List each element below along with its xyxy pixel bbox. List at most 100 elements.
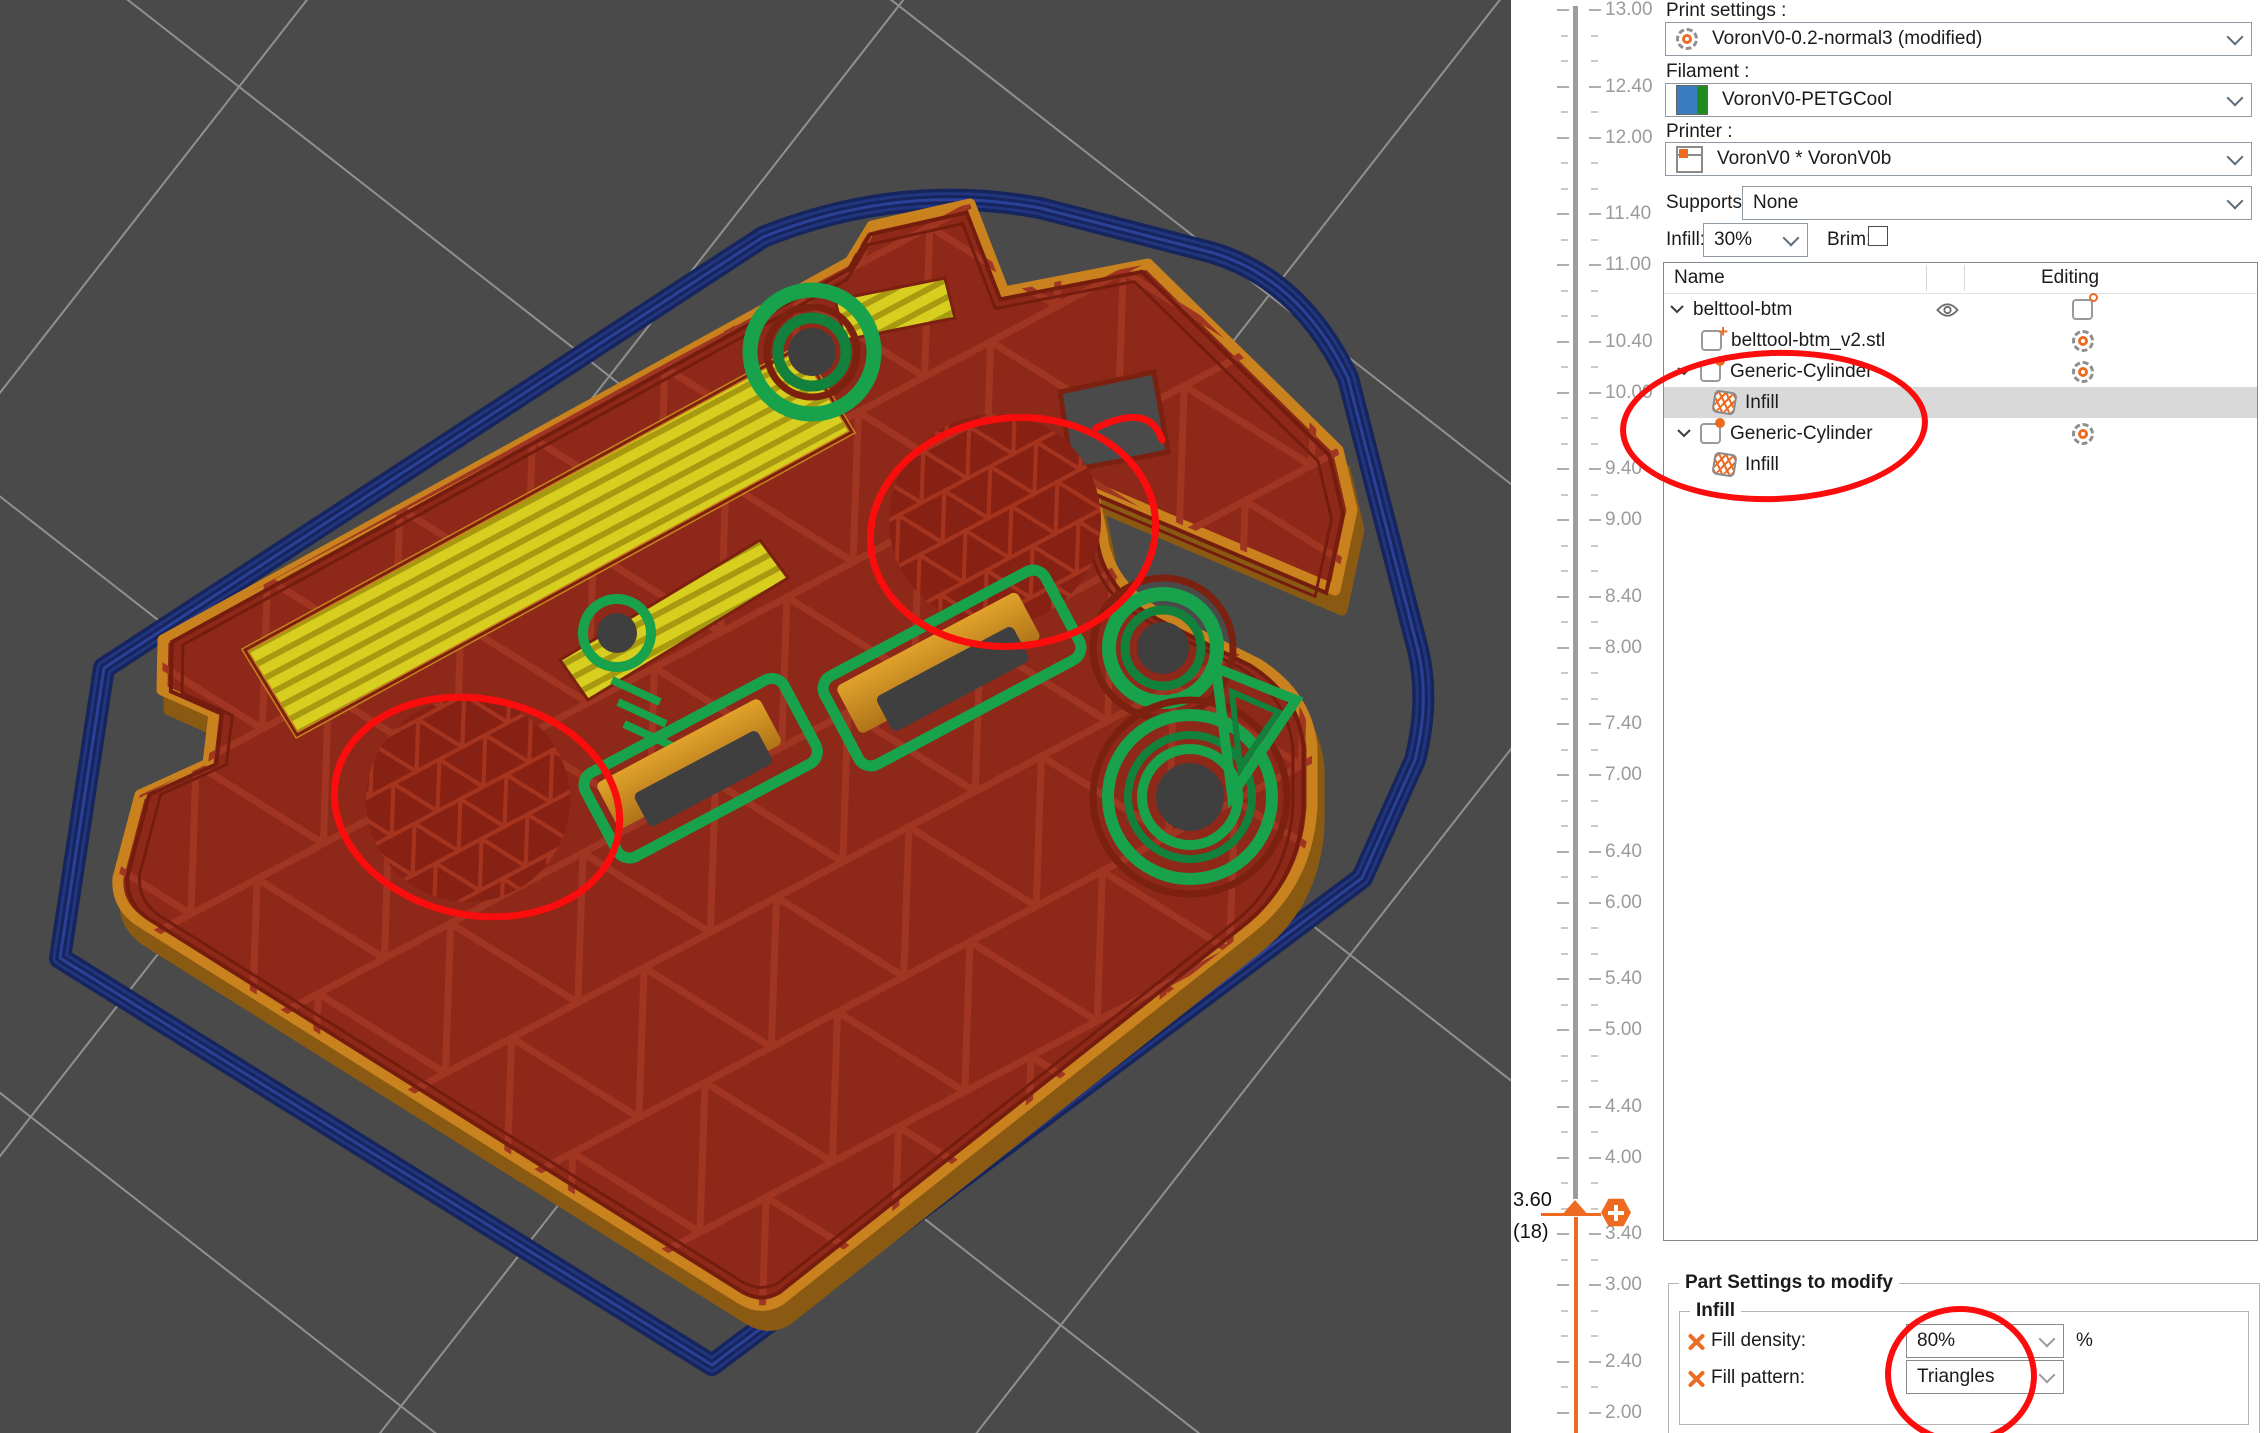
chevron-down-icon <box>2227 90 2244 107</box>
part-settings-title: Part Settings to modify <box>1679 1272 1899 1294</box>
tree-row[interactable]: + belttool-btm_v2.stl <box>1664 325 2257 356</box>
tree-row-label: Generic-Cylinder <box>1730 423 1873 445</box>
infill-icon <box>1711 451 1737 477</box>
infill-value: 30% <box>1714 229 1771 251</box>
chevron-down-icon <box>2227 149 2244 166</box>
supports-value: None <box>1753 192 2215 214</box>
layer-slider[interactable]: 13.00 12.40 12.00 11.40 11.00 10.40 10.0… <box>1511 0 1663 1433</box>
fill-density-dropdown[interactable]: 80% <box>1906 1324 2064 1358</box>
printer-icon <box>1676 146 1703 173</box>
layer-height-label: 4.40 <box>1605 1096 1642 1118</box>
eye-icon[interactable] <box>1936 302 1959 318</box>
layer-height-label: 2.00 <box>1605 1402 1642 1424</box>
layer-slider-rail[interactable] <box>1573 6 1578 1199</box>
dense-infill-patch-left <box>366 698 570 902</box>
chevron-down-icon[interactable] <box>1670 305 1684 314</box>
tree-row-label: belttool-btm_v2.stl <box>1731 330 1885 352</box>
percent-suffix: % <box>2076 1330 2093 1352</box>
layer-height-label: 4.00 <box>1605 1147 1642 1169</box>
layer-height-label: 7.00 <box>1605 764 1642 786</box>
column-name: Name <box>1674 267 1725 289</box>
remove-setting-icon[interactable] <box>1688 1370 1705 1387</box>
tree-row-label: Infill <box>1745 454 1779 476</box>
current-layer-number: (18) <box>1513 1221 1549 1244</box>
layer-height-label: 10.00 <box>1605 382 1653 404</box>
remove-setting-icon[interactable] <box>1688 1333 1705 1350</box>
fill-pattern-dropdown[interactable]: Triangles <box>1906 1360 2064 1394</box>
layer-height-label: 8.40 <box>1605 586 1642 608</box>
fill-pattern-label: Fill pattern: <box>1711 1367 1805 1389</box>
chevron-down-icon <box>1783 230 1800 247</box>
layer-height-label: 3.00 <box>1605 1274 1642 1296</box>
infill-combo[interactable]: 30% <box>1703 223 1808 257</box>
layer-height-label: 5.40 <box>1605 968 1642 990</box>
tree-row[interactable]: Infill <box>1664 449 2257 480</box>
part-settings-group: Part Settings to modify Infill Fill dens… <box>1668 1283 2260 1433</box>
layer-height-label: 12.00 <box>1605 127 1653 149</box>
layer-height-label: 6.00 <box>1605 892 1642 914</box>
supports-label: Supports: <box>1666 192 1747 214</box>
printer-combo[interactable]: VoronV0 * VoronV0b <box>1665 142 2252 176</box>
part-icon: + <box>1701 330 1722 351</box>
prusaslicer-window: 13.00 12.40 12.00 11.40 11.00 10.40 10.0… <box>0 0 2264 1433</box>
layer-height-label: 9.40 <box>1605 458 1642 480</box>
print-settings-label: Print settings : <box>1666 0 1786 22</box>
filament-combo[interactable]: VoronV0-PETGCool <box>1665 83 2252 117</box>
tree-row-label: belttool-btm <box>1693 299 1792 321</box>
chevron-down-icon <box>2039 1331 2056 1348</box>
print-settings-value: VoronV0-0.2-normal3 (modified) <box>1712 28 2215 50</box>
fill-pattern-value: Triangles <box>1917 1366 2041 1388</box>
object-list-header: Name Editing <box>1664 263 2257 294</box>
fill-pattern-row: Fill pattern: <box>1688 1367 1805 1389</box>
fill-density-row: Fill density: <box>1688 1330 1806 1352</box>
chevron-down-icon <box>2039 1367 2056 1384</box>
tree-row[interactable]: Generic-Cylinder <box>1664 418 2257 449</box>
print-settings-combo[interactable]: VoronV0-0.2-normal3 (modified) <box>1665 22 2252 56</box>
infill-label: Infill: <box>1666 229 1705 251</box>
object-list: Name Editing belttool-btm + belttool-btm… <box>1663 262 2258 1241</box>
layer-height-label: 10.40 <box>1605 331 1653 353</box>
filament-label: Filament : <box>1666 61 1749 83</box>
modifier-part-icon <box>1700 361 1721 382</box>
current-layer-height: 3.60 <box>1513 1189 1552 1212</box>
tree-row[interactable]: Infill <box>1664 387 2257 418</box>
layer-height-label: 2.40 <box>1605 1351 1642 1373</box>
chevron-down-icon[interactable] <box>1677 367 1691 376</box>
column-editing: Editing <box>2041 267 2099 289</box>
gear-icon <box>1676 28 1698 50</box>
gear-icon[interactable] <box>2072 423 2094 445</box>
chevron-down-icon <box>2227 29 2244 46</box>
layer-height-label: 9.00 <box>1605 509 1642 531</box>
chevron-down-icon <box>2227 193 2244 210</box>
layer-height-label: 11.40 <box>1605 203 1651 225</box>
printer-label: Printer : <box>1666 121 1733 143</box>
current-layer-line <box>1541 1213 1601 1216</box>
layer-height-label: 6.40 <box>1605 841 1642 863</box>
tree-row[interactable]: Generic-Cylinder <box>1664 356 2257 387</box>
supports-combo[interactable]: None <box>1742 186 2252 220</box>
printer-value: VoronV0 * VoronV0b <box>1717 148 2215 170</box>
layer-height-label: 7.40 <box>1605 713 1642 735</box>
modifier-part-icon <box>1700 423 1721 444</box>
infill-icon <box>1711 389 1737 415</box>
infill-group-title: Infill <box>1690 1300 1741 1322</box>
filament-value: VoronV0-PETGCool <box>1722 89 2215 111</box>
tree-row-label: Infill <box>1745 392 1779 414</box>
infill-settings-group: Infill Fill density: 80% % Fill pattern:… <box>1679 1311 2249 1425</box>
layer-height-label: 3.40 <box>1605 1223 1642 1245</box>
layer-slider-rail-below[interactable] <box>1574 1217 1578 1433</box>
fill-density-label: Fill density: <box>1711 1330 1806 1352</box>
gear-icon[interactable] <box>2072 330 2094 352</box>
tree-row-label: Generic-Cylinder <box>1730 361 1873 383</box>
viewport-3d[interactable] <box>0 0 1511 1433</box>
brim-checkbox[interactable] <box>1868 226 1888 246</box>
gear-icon[interactable] <box>2072 361 2094 383</box>
brim-label: Brim: <box>1827 229 1871 251</box>
object-settings-icon[interactable] <box>2072 299 2093 320</box>
layer-height-label: 12.40 <box>1605 76 1653 98</box>
layer-height-label: 13.00 <box>1605 0 1653 21</box>
chevron-down-icon[interactable] <box>1677 429 1691 438</box>
tree-row[interactable]: belttool-btm <box>1664 294 2257 325</box>
layer-height-label: 8.00 <box>1605 637 1642 659</box>
filament-color-icon <box>1676 85 1708 115</box>
